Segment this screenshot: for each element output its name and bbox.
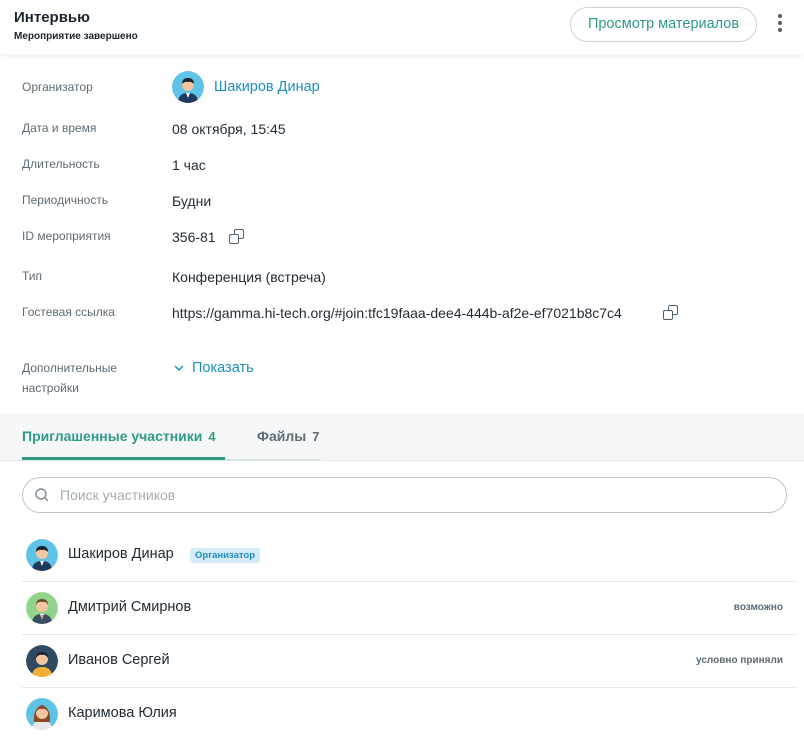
tab-label: Приглашенные участники: [22, 428, 203, 444]
show-extra-settings-label: Показать: [192, 360, 254, 376]
participant-name: Иванов Сергей: [68, 652, 170, 668]
search-placeholder: Поиск участников: [60, 487, 176, 503]
participant-search-input[interactable]: Поиск участников: [22, 477, 787, 513]
participant-row[interactable]: Иванов Сергей условно приняли: [22, 635, 798, 688]
participant-row[interactable]: Каримова Юлия: [22, 688, 798, 741]
organizer-badge: Организатор: [190, 548, 261, 563]
datetime-value: 08 октября, 15:45: [172, 121, 286, 137]
page-header: Интервью Мероприятие завершено Просмотр …: [0, 0, 804, 54]
participant-row[interactable]: Шакиров Динар Организатор: [22, 529, 798, 582]
type-label: Тип: [22, 269, 43, 283]
participant-status: возможно: [733, 602, 783, 613]
organizer-name-link[interactable]: Шакиров Динар: [214, 77, 320, 97]
event-id-label: ID мероприятия: [22, 229, 111, 243]
organizer-label: Организатор: [22, 80, 93, 94]
duration-label: Длительность: [22, 157, 100, 171]
event-id-value: 356-81: [172, 229, 216, 245]
tab-files[interactable]: Файлы 7: [257, 427, 319, 446]
page-title: Интервью: [14, 9, 90, 26]
chevron-down-icon: [174, 365, 184, 372]
more-vertical-icon[interactable]: [772, 14, 788, 36]
show-extra-settings-button[interactable]: Показать: [174, 358, 254, 378]
avatar: [26, 645, 58, 677]
avatar: [26, 539, 58, 571]
tab-label: Файлы: [257, 428, 307, 444]
duration-value: 1 час: [172, 157, 206, 173]
guest-link-value: https://gamma.hi-tech.org/#join:tfc19faa…: [172, 305, 622, 321]
avatar: [26, 698, 58, 730]
participant-name: Шакиров Динар: [68, 546, 174, 562]
copy-id-icon[interactable]: [229, 229, 245, 245]
copy-link-icon[interactable]: [663, 305, 679, 321]
active-tab-indicator: [22, 457, 225, 460]
tab-count: 4: [208, 429, 216, 444]
participant-name: Дмитрий Смирнов: [68, 599, 192, 615]
search-icon: [35, 488, 49, 502]
tab-divider: [225, 459, 321, 460]
organizer-avatar[interactable]: [172, 71, 204, 103]
event-status: Мероприятие завершено: [14, 31, 138, 42]
guest-link-label: Гостевая ссылка: [22, 305, 115, 319]
tabs-bar: Приглашенные участники 4 Файлы 7: [0, 413, 804, 461]
recurrence-label: Периодичность: [22, 193, 109, 207]
datetime-label: Дата и время: [22, 121, 97, 135]
view-materials-button[interactable]: Просмотр материалов: [570, 7, 757, 42]
type-value: Конференция (встреча): [172, 269, 326, 285]
avatar: [26, 592, 58, 624]
recurrence-value: Будни: [172, 193, 212, 209]
extra-settings-label-line1: Дополнительные: [22, 361, 117, 375]
extra-settings-label-line2: настройки: [22, 381, 79, 395]
tab-invited-participants[interactable]: Приглашенные участники 4: [22, 427, 216, 446]
participant-name: Каримова Юлия: [68, 705, 177, 721]
participant-status: условно приняли: [696, 655, 783, 666]
tab-count: 7: [312, 429, 320, 444]
participant-row[interactable]: Дмитрий Смирнов возможно: [22, 582, 798, 635]
